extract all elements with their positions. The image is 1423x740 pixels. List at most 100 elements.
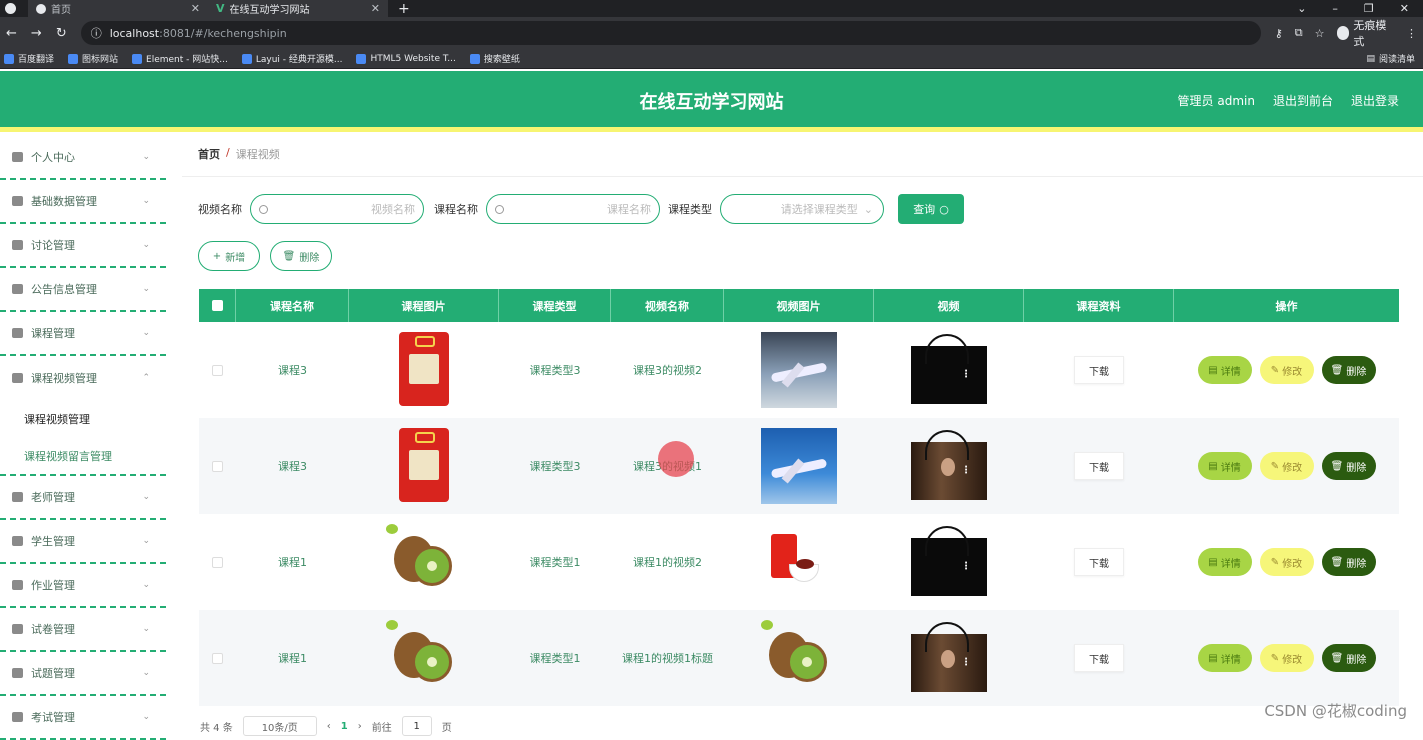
delete-button[interactable]: 🗑 删除	[1321, 548, 1376, 576]
course-type-select[interactable]: 请选择课程类型 ⌄	[720, 194, 884, 224]
document-icon: ▤	[1208, 364, 1218, 376]
next-page-button[interactable]: ›	[358, 721, 362, 732]
goto-page-input[interactable]: 1	[401, 716, 432, 736]
sidebar-item-course[interactable]: 课程管理 ⌄	[0, 312, 166, 356]
breadcrumb-home[interactable]: 首页	[198, 146, 220, 162]
edit-button[interactable]: ✎ 修改	[1259, 452, 1314, 480]
course-image-cell	[349, 514, 499, 610]
page-size-select[interactable]: 10条/页	[242, 716, 317, 736]
chevron-down-icon[interactable]: ⌄	[1297, 2, 1306, 15]
incognito-badge[interactable]: 无痕模式	[1336, 17, 1394, 49]
back-icon[interactable]: ←	[6, 26, 17, 41]
translate-icon[interactable]: ⧉	[1295, 26, 1303, 40]
download-button[interactable]: 下载	[1074, 644, 1124, 672]
tab-app[interactable]: V 在线互动学习网站 ✕	[208, 0, 388, 17]
sidebar-item-label: 学生管理	[31, 535, 75, 548]
bookmark-item[interactable]: 图标网站	[68, 52, 118, 65]
reading-list[interactable]: ▤ 阅读清单	[1366, 52, 1419, 66]
info-icon[interactable]: ⓘ	[91, 25, 102, 41]
col-video-name: 视频名称	[611, 289, 724, 322]
detail-button[interactable]: ▤ 详情	[1197, 452, 1252, 480]
logout-link[interactable]: 退出登录	[1351, 92, 1399, 109]
sidebar-sub-video-manage[interactable]: 课程视频管理	[0, 400, 166, 438]
bookmark-item[interactable]: HTML5 Website T...	[356, 53, 456, 64]
bookmark-item[interactable]: Layui - 经典开源模...	[241, 52, 342, 65]
sidebar-item-question[interactable]: 试题管理 ⌄	[0, 652, 166, 696]
star-icon[interactable]: ☆	[1315, 27, 1325, 40]
add-button[interactable]: + 新增	[198, 241, 260, 271]
browser-menu-icon[interactable]	[5, 3, 16, 14]
bookmark-item[interactable]: 搜索壁纸	[469, 52, 520, 65]
more-icon[interactable]: ⋮	[961, 466, 971, 476]
delete-button[interactable]: 🗑 删除	[1321, 644, 1376, 672]
delete-button[interactable]: 🗑 删除	[1321, 356, 1376, 384]
course-type-placeholder: 请选择课程类型	[780, 203, 858, 216]
tab-home[interactable]: 首页 ✕	[28, 0, 208, 17]
bookmark-label: HTML5 Website T...	[370, 53, 456, 64]
more-icon[interactable]: ⋮	[1406, 27, 1417, 40]
query-button[interactable]: 查询 ○	[898, 194, 964, 224]
edit-button[interactable]: ✎ 修改	[1259, 644, 1314, 672]
prev-page-button[interactable]: ‹	[327, 721, 331, 732]
minimize-icon[interactable]: –	[1332, 2, 1338, 15]
detail-button[interactable]: ▤ 详情	[1197, 644, 1252, 672]
more-icon[interactable]: ⋮	[961, 658, 971, 668]
row-checkbox[interactable]	[212, 556, 223, 568]
delete-label: 删除	[1346, 366, 1367, 378]
batch-delete-button[interactable]: 🗑 删除	[270, 241, 332, 271]
edit-button[interactable]: ✎ 修改	[1259, 356, 1314, 384]
more-icon[interactable]: ⋮	[961, 370, 971, 380]
sidebar-item-student[interactable]: 学生管理 ⌄	[0, 520, 166, 564]
delete-button[interactable]: 🗑 删除	[1321, 452, 1376, 480]
checkbox[interactable]	[211, 300, 223, 311]
close-icon[interactable]: ✕	[371, 2, 380, 15]
close-window-icon[interactable]: ✕	[1400, 2, 1409, 15]
sidebar-item-discussion[interactable]: 讨论管理 ⌄	[0, 224, 166, 268]
reload-icon[interactable]: ↻	[56, 26, 67, 41]
key-icon[interactable]: ⚷	[1275, 27, 1283, 40]
forward-icon[interactable]: →	[31, 26, 42, 41]
download-button[interactable]: 下载	[1074, 356, 1124, 384]
course-name-placeholder: 课程名称	[607, 203, 651, 216]
row-checkbox[interactable]	[212, 460, 223, 472]
video-name-input[interactable]: 视频名称	[250, 194, 424, 224]
select-all-checkbox[interactable]	[199, 289, 236, 322]
download-button[interactable]: 下载	[1074, 452, 1124, 480]
course-name-input[interactable]: 课程名称	[486, 194, 660, 224]
bookmark-item[interactable]: Element - 网站快...	[132, 52, 228, 65]
kiwi-image	[761, 620, 837, 696]
sidebar-item-homework[interactable]: 作业管理 ⌄	[0, 564, 166, 608]
more-icon[interactable]: ⋮	[961, 562, 971, 572]
video-player[interactable]: ⋮	[911, 526, 987, 596]
url-field[interactable]: ⓘ localhost:8081/#/kechengshipin	[80, 21, 1261, 45]
close-icon[interactable]: ✕	[191, 2, 200, 15]
current-page[interactable]: 1	[341, 721, 348, 732]
sidebar-item-teacher[interactable]: 老师管理 ⌄	[0, 476, 166, 520]
row-checkbox[interactable]	[212, 364, 223, 376]
back-to-front-link[interactable]: 退出到前台	[1273, 92, 1333, 109]
course-image-cell	[349, 610, 499, 706]
sidebar-item-label: 考试管理	[31, 711, 75, 724]
sidebar-item-personal[interactable]: 个人中心 ⌄	[0, 136, 166, 180]
sidebar-item-paper[interactable]: 试卷管理 ⌄	[0, 608, 166, 652]
video-player[interactable]: ⋮	[911, 430, 987, 500]
sidebar-item-basic-data[interactable]: 基础数据管理 ⌄	[0, 180, 166, 224]
search-form: 视频名称 视频名称 课程名称 课程名称 课程类型 请选择课程类型 ⌄ 查询 ○	[198, 194, 964, 224]
sidebar-item-course-video[interactable]: 课程视频管理 ⌃	[0, 356, 166, 400]
restore-icon[interactable]: ❐	[1364, 2, 1374, 15]
rice-bag-image	[386, 428, 462, 504]
detail-button[interactable]: ▤ 详情	[1197, 548, 1252, 576]
bookmark-item[interactable]: 百度翻译	[4, 52, 54, 65]
video-player[interactable]: ⋮	[911, 334, 987, 404]
download-button[interactable]: 下载	[1074, 548, 1124, 576]
sidebar-item-exam[interactable]: 考试管理 ⌄	[0, 696, 166, 740]
new-tab-icon[interactable]: +	[398, 1, 410, 17]
sidebar-item-notice[interactable]: 公告信息管理 ⌄	[0, 268, 166, 312]
row-checkbox[interactable]	[212, 652, 223, 664]
card-icon	[12, 492, 23, 502]
plus-icon: +	[212, 250, 222, 262]
edit-button[interactable]: ✎ 修改	[1259, 548, 1314, 576]
video-player[interactable]: ⋮	[911, 622, 987, 692]
sidebar-sub-video-comments[interactable]: 课程视频留言管理	[0, 438, 166, 476]
detail-button[interactable]: ▤ 详情	[1197, 356, 1252, 384]
